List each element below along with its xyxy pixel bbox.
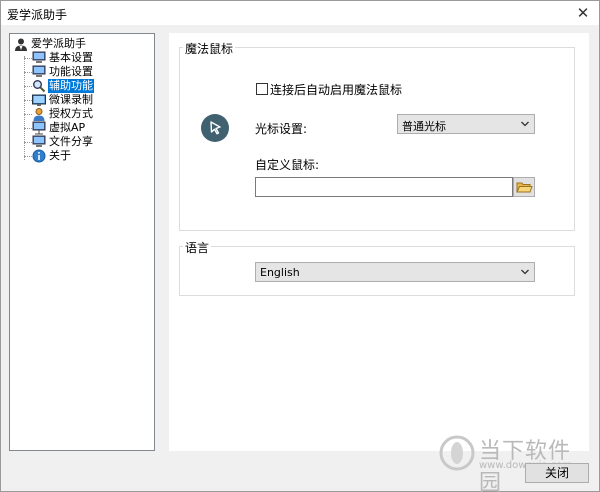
- title-bar: 爱学派助手 ✕: [1, 1, 599, 25]
- computer-icon: [32, 51, 46, 63]
- chevron-down-icon: [521, 121, 529, 127]
- magic-cursor-icon: [201, 114, 229, 142]
- magic-mouse-group: [179, 47, 575, 231]
- tree-root-label: 爱学派助手: [31, 37, 86, 50]
- language-value: English: [260, 266, 300, 279]
- window-title: 爱学派助手: [7, 8, 68, 22]
- folder-open-icon: [516, 182, 533, 193]
- monitor-icon: [32, 94, 46, 106]
- magic-mouse-group-title: 魔法鼠标: [183, 40, 236, 57]
- custom-cursor-path-input[interactable]: [255, 177, 513, 197]
- close-button[interactable]: 关闭: [525, 463, 589, 483]
- language-group-title: 语言: [183, 239, 212, 256]
- tree-item-label: 文件分享: [49, 135, 93, 148]
- tree-item-label: 关于: [49, 149, 71, 162]
- user-icon: [33, 108, 45, 121]
- info-icon: [32, 149, 46, 163]
- close-window-icon[interactable]: ✕: [573, 3, 593, 23]
- auto-enable-checkbox[interactable]: [256, 83, 268, 95]
- magnifier-icon: [33, 80, 46, 93]
- tree-item-label: 功能设置: [49, 65, 93, 78]
- computer-icon: [32, 65, 46, 77]
- computer-icon: [32, 135, 46, 147]
- cursor-setting-select[interactable]: 普通光标: [397, 114, 535, 134]
- cursor-setting-value: 普通光标: [402, 120, 446, 133]
- dialog-window: 爱学派助手 ✕ 爱学派助手 基本设置 功能设置 辅助功能 微课录制 授权方式 虚…: [0, 0, 600, 492]
- cursor-setting-label: 光标设置:: [255, 122, 308, 136]
- custom-cursor-label: 自定义鼠标:: [255, 158, 320, 172]
- watermark-logo-icon: [439, 435, 475, 471]
- settings-tree: 爱学派助手 基本设置 功能设置 辅助功能 微课录制 授权方式 虚拟AP 文件分享…: [9, 33, 155, 451]
- tree-item-label: 基本设置: [49, 51, 93, 64]
- network-icon: [32, 121, 46, 135]
- settings-panel: 魔法鼠标 连接后自动启用魔法鼠标 光标设置: 普通光标 自定义鼠标: 语言 En…: [169, 33, 589, 492]
- tree-item-label: 虚拟AP: [49, 121, 86, 134]
- tree-item-label: 授权方式: [49, 107, 93, 120]
- tree-item-label: 微课录制: [49, 93, 93, 106]
- browse-folder-button[interactable]: [513, 177, 535, 197]
- tree-item-label: 辅助功能: [48, 79, 94, 93]
- user-avatar-icon: [15, 38, 27, 51]
- language-select[interactable]: English: [255, 262, 535, 282]
- auto-enable-label: 连接后自动启用魔法鼠标: [270, 83, 403, 97]
- chevron-down-icon: [521, 269, 529, 275]
